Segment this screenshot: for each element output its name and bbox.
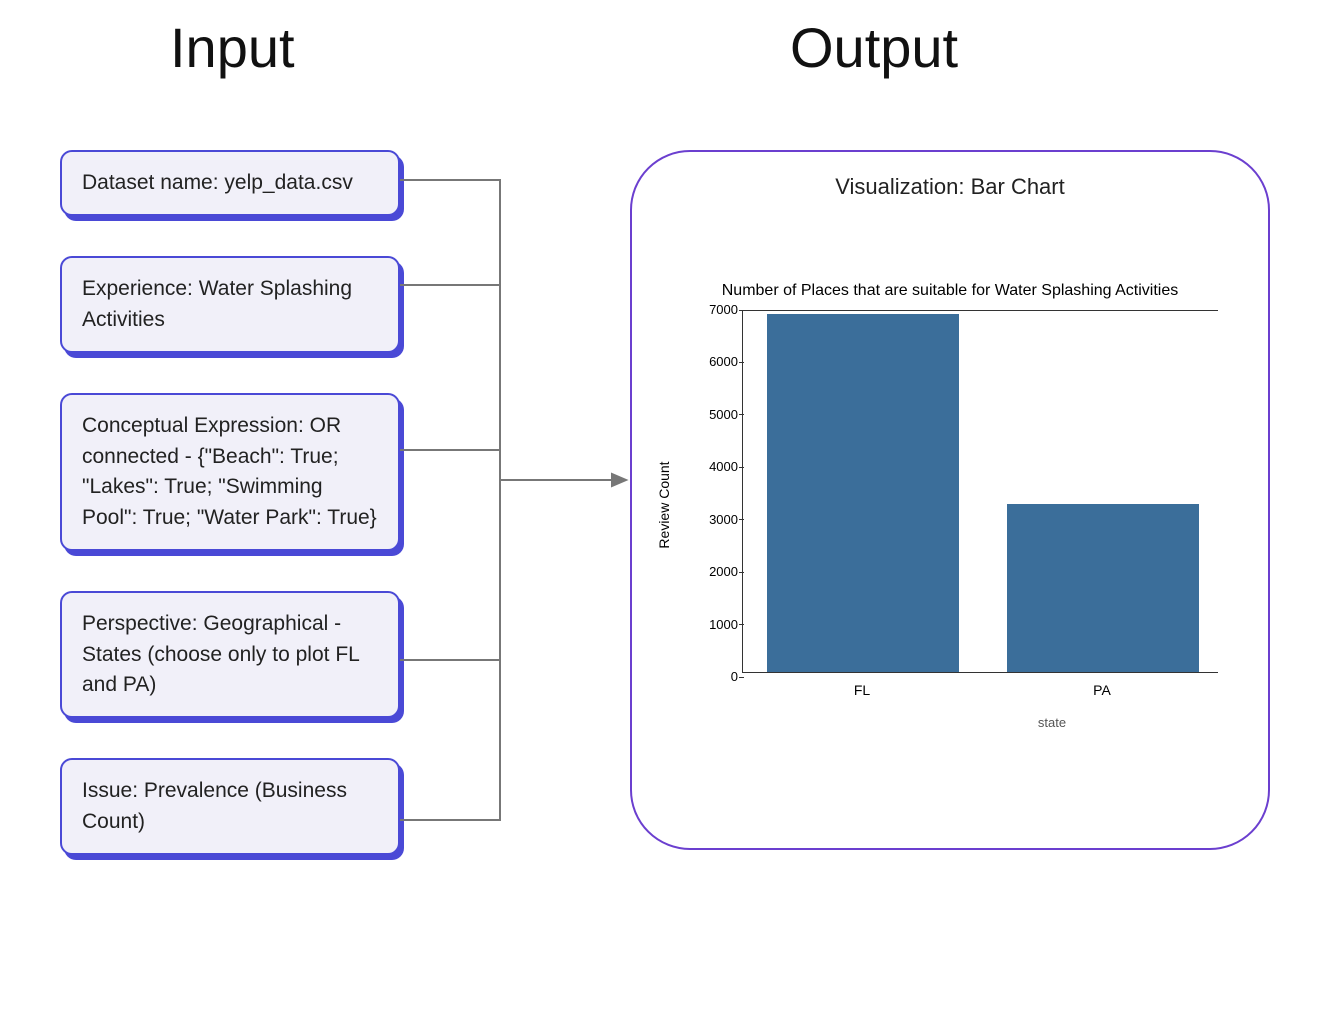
x-tick-label: FL [842, 682, 882, 698]
y-axis-label: Review Count [656, 461, 672, 548]
y-tick-label: 1000 [704, 617, 738, 632]
y-tick-label: 7000 [704, 302, 738, 317]
chart-title: Number of Places that are suitable for W… [672, 282, 1228, 300]
y-tick-label: 0 [704, 669, 738, 684]
bar-FL [767, 314, 959, 672]
y-tick-label: 3000 [704, 512, 738, 527]
y-tick-label: 2000 [704, 564, 738, 579]
bar-PA [1007, 504, 1199, 672]
y-tick-label: 5000 [704, 407, 738, 422]
output-panel: Visualization: Bar Chart Number of Place… [630, 150, 1270, 850]
bar-chart: Number of Places that are suitable for W… [672, 282, 1228, 728]
viz-type-label: Visualization: Bar Chart [632, 174, 1268, 200]
y-tick-label: 4000 [704, 459, 738, 474]
x-tick-label: PA [1082, 682, 1122, 698]
plot-area [742, 310, 1218, 673]
y-tick-label: 6000 [704, 354, 738, 369]
x-axis-label: state [1002, 715, 1102, 730]
